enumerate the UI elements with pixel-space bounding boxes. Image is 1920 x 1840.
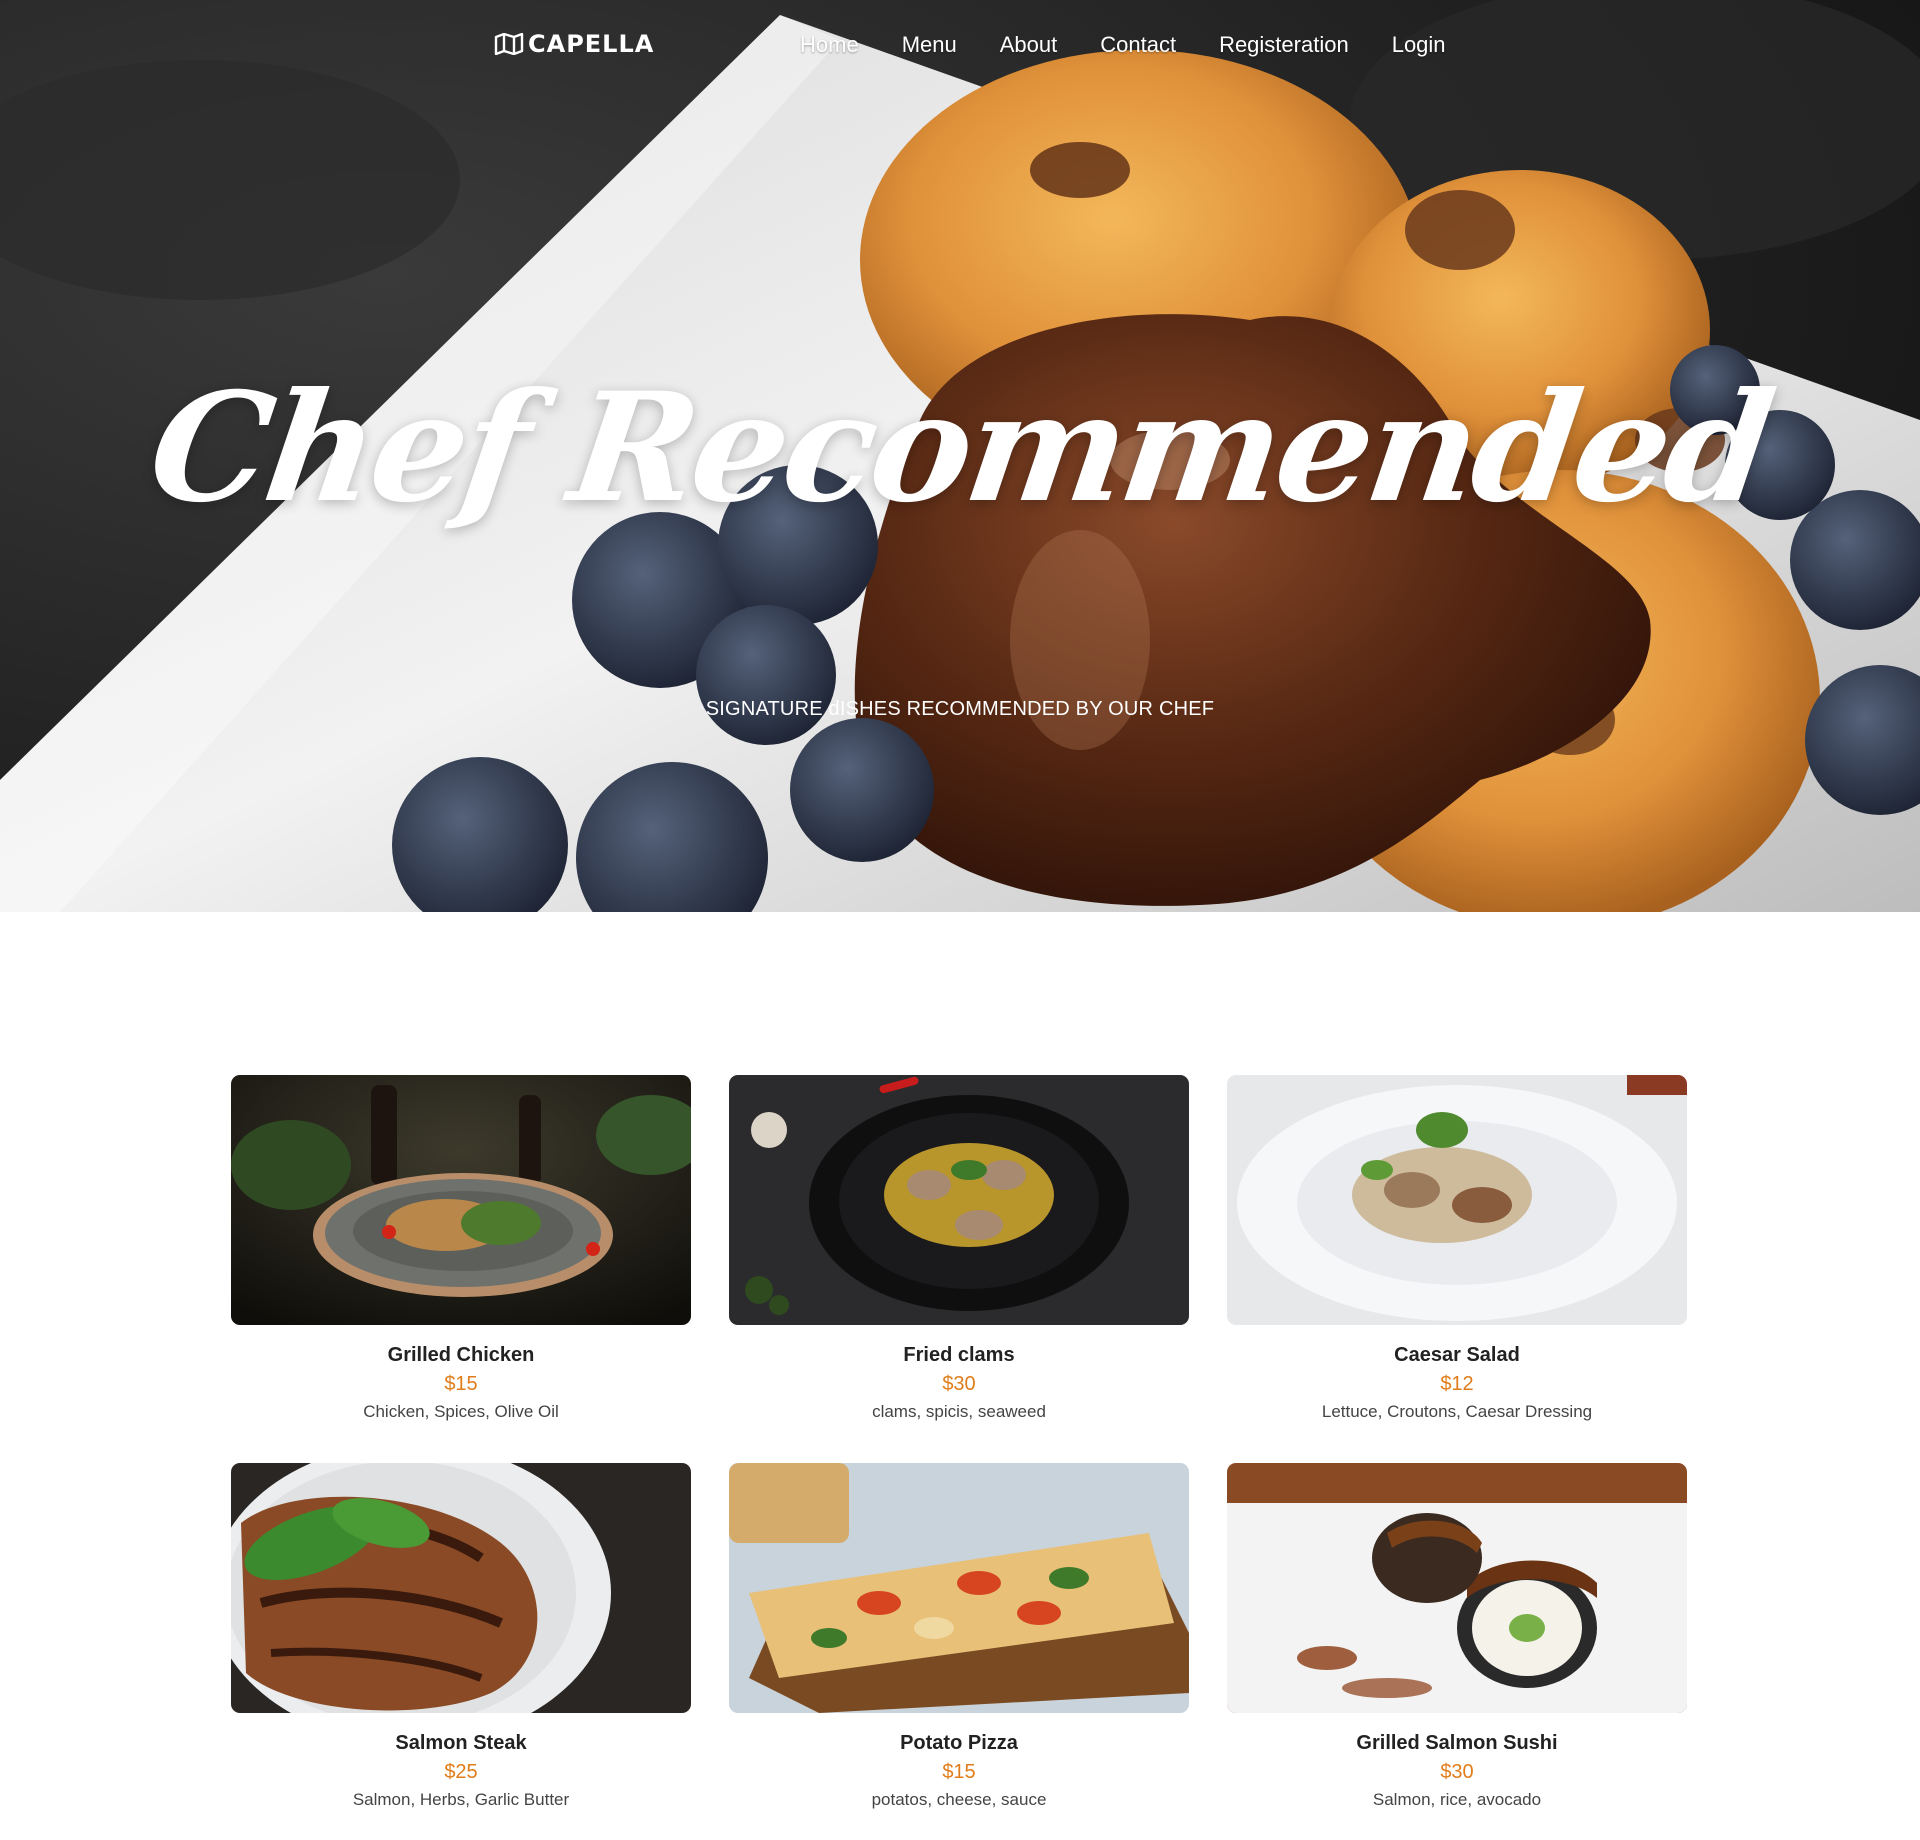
dish-card[interactable]: Potato Pizza $15 potatos, cheese, sauce bbox=[729, 1463, 1189, 1813]
dish-card[interactable]: Fried clams $30 clams, spicis, seaweed bbox=[729, 1075, 1189, 1425]
dish-grid: Grilled Chicken $15 Chicken, Spices, Oli… bbox=[231, 1075, 1691, 1813]
dish-ingredients: Salmon, rice, avocado bbox=[1372, 1790, 1542, 1809]
dish-image-salmon-steak bbox=[231, 1463, 691, 1713]
dish-ingredients: Salmon, Herbs, Garlic Butter bbox=[352, 1790, 570, 1809]
dish-ingredients: Lettuce, Croutons, Caesar Dressing bbox=[1321, 1402, 1593, 1421]
dish-price: $12 bbox=[1440, 1373, 1474, 1395]
dish-ingredients: Chicken, Spices, Olive Oil bbox=[363, 1402, 559, 1421]
dish-price: $30 bbox=[942, 1373, 976, 1395]
main-nav: Home Menu About Contact Registeration Lo… bbox=[800, 32, 1489, 58]
dish-price: $25 bbox=[444, 1761, 478, 1783]
dish-image-fried-clams bbox=[729, 1075, 1189, 1325]
nav-about[interactable]: About bbox=[1000, 32, 1058, 58]
dish-name: Grilled Chicken bbox=[387, 1344, 535, 1366]
hero-subtitle: SIGNATURE dISHES RECOMMENDED BY OUR CHEF bbox=[705, 698, 1215, 720]
brand-logo[interactable]: CAPELLA bbox=[494, 30, 654, 58]
dish-card[interactable]: Grilled Chicken $15 Chicken, Spices, Oli… bbox=[231, 1075, 691, 1425]
dish-image-grilled-chicken bbox=[231, 1075, 691, 1325]
dish-card[interactable]: Caesar Salad $12 Lettuce, Croutons, Caes… bbox=[1227, 1075, 1687, 1425]
dish-price: $30 bbox=[1440, 1761, 1474, 1783]
nav-login[interactable]: Login bbox=[1392, 32, 1446, 58]
dish-name: Potato Pizza bbox=[900, 1732, 1018, 1754]
hero-title: Chef Recommended bbox=[140, 360, 1780, 536]
dish-name: Salmon Steak bbox=[395, 1732, 527, 1754]
map-icon bbox=[494, 33, 524, 55]
dish-ingredients: clams, spicis, seaweed bbox=[872, 1402, 1046, 1421]
hero-banner: CAPELLA Home Menu About Contact Register… bbox=[0, 0, 1920, 912]
nav-home[interactable]: Home bbox=[800, 32, 859, 58]
nav-contact[interactable]: Contact bbox=[1100, 32, 1176, 58]
dish-image-grilled-salmon-sushi bbox=[1227, 1463, 1687, 1713]
dish-image-caesar-salad bbox=[1227, 1075, 1687, 1325]
dish-name: Fried clams bbox=[903, 1344, 1015, 1366]
dish-price: $15 bbox=[444, 1373, 478, 1395]
nav-registration[interactable]: Registeration bbox=[1219, 32, 1349, 58]
dish-price: $15 bbox=[942, 1761, 976, 1783]
dish-name: Caesar Salad bbox=[1394, 1344, 1520, 1366]
nav-menu[interactable]: Menu bbox=[902, 32, 957, 58]
dish-ingredients: potatos, cheese, sauce bbox=[871, 1790, 1047, 1809]
dish-image-potato-pizza bbox=[729, 1463, 1189, 1713]
dish-card[interactable]: Salmon Steak $25 Salmon, Herbs, Garlic B… bbox=[231, 1463, 691, 1813]
dish-card[interactable]: Grilled Salmon Sushi $30 Salmon, rice, a… bbox=[1227, 1463, 1687, 1813]
top-navigation: CAPELLA Home Menu About Contact Register… bbox=[0, 0, 1920, 92]
brand-name: CAPELLA bbox=[528, 30, 655, 58]
dish-name: Grilled Salmon Sushi bbox=[1356, 1732, 1558, 1754]
